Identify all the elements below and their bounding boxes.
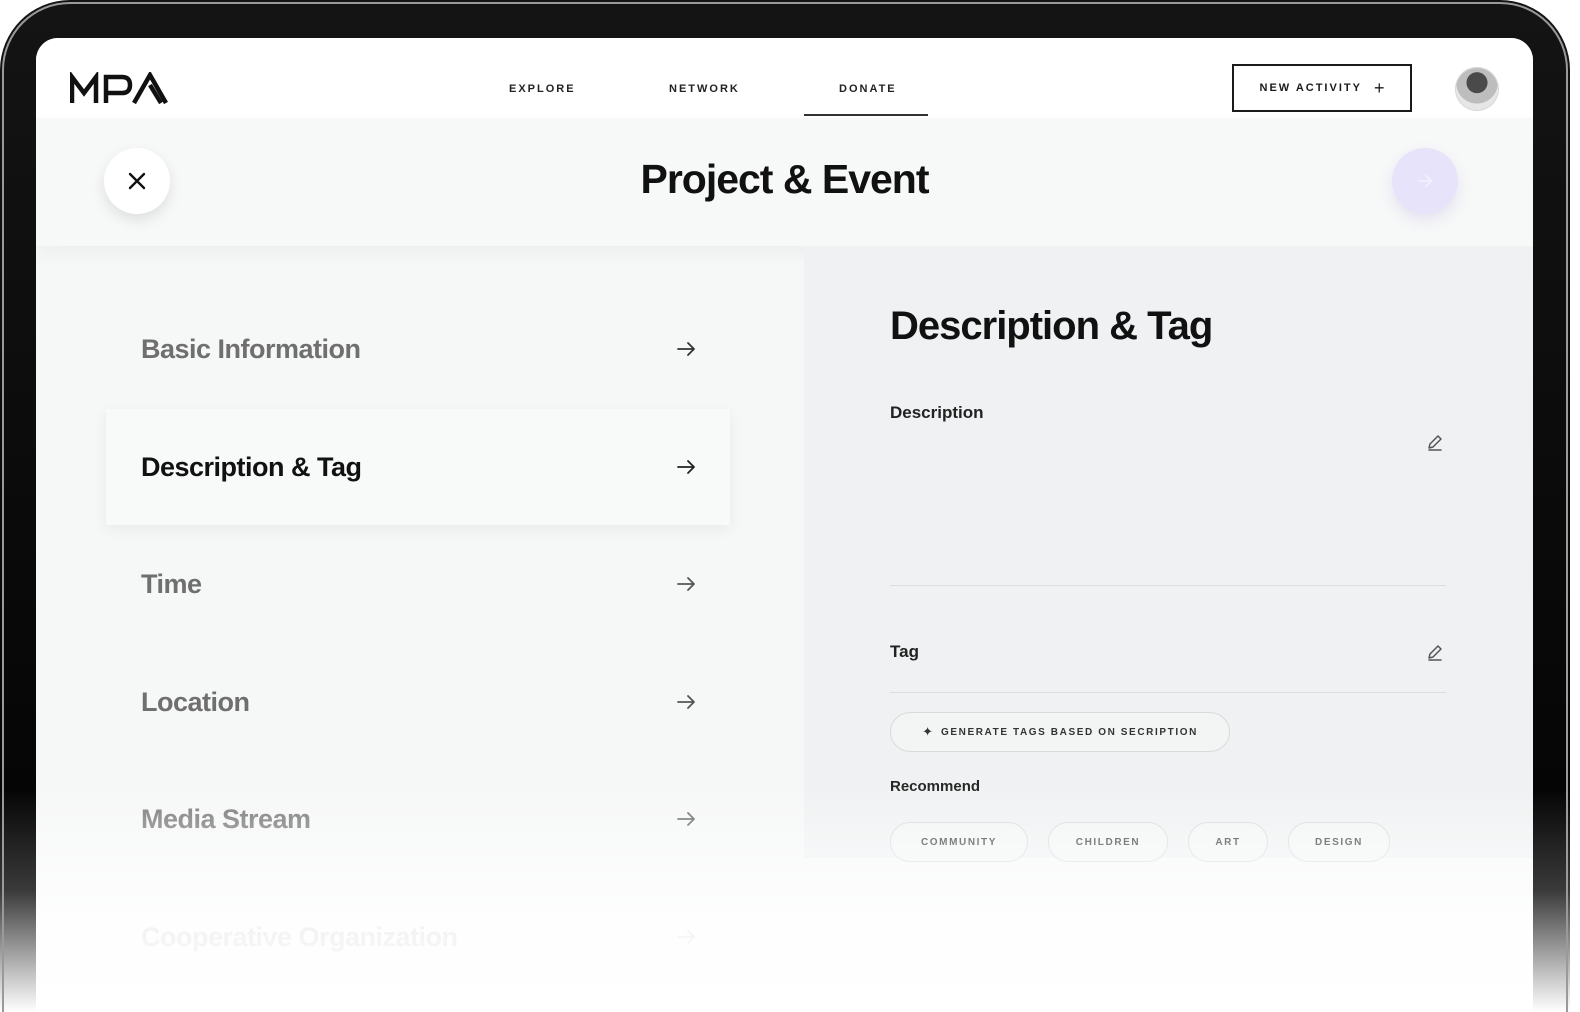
description-textarea[interactable] (890, 436, 1420, 576)
generate-tags-button[interactable]: ✦ GENERATE TAGS BASED ON SECRIPTION (890, 712, 1230, 752)
generate-tags-label: GENERATE TAGS BASED ON SECRIPTION (941, 726, 1198, 738)
sidebar-item-description-tag[interactable]: Description & Tag (106, 409, 730, 525)
sidebar-item-label: Media Stream (141, 803, 311, 834)
tag-chip-design[interactable]: DESIGN (1288, 822, 1390, 862)
tag-chip-art[interactable]: ART (1188, 822, 1268, 862)
top-nav: EXPLORE NETWORK DONATE NEW ACTIVITY + (36, 38, 1533, 118)
plus-icon: + (1373, 78, 1385, 98)
recommend-label: Recommend (890, 778, 981, 795)
nav-network[interactable]: NETWORK (669, 83, 740, 95)
tag-label: Tag (890, 642, 919, 661)
description-label: Description (890, 403, 984, 422)
nav-active-underline (804, 114, 928, 116)
new-activity-button[interactable]: NEW ACTIVITY + (1232, 64, 1412, 112)
sidebar-item-media-stream[interactable]: Media Stream (106, 761, 730, 877)
nav-explore[interactable]: EXPLORE (509, 83, 576, 95)
sidebar-item-location[interactable]: Location (106, 644, 730, 760)
tag-chip-children[interactable]: CHILDREN (1048, 822, 1168, 862)
arrow-right-icon (677, 577, 695, 591)
tag-divider (890, 692, 1446, 693)
arrow-right-icon (677, 695, 695, 709)
next-step-button[interactable] (1392, 148, 1458, 214)
sidebar-item-label: Basic Information (141, 333, 361, 364)
new-activity-label: NEW ACTIVITY (1259, 82, 1362, 94)
sidebar-item-label: Description & Tag (141, 451, 362, 482)
close-button[interactable] (104, 148, 170, 214)
edit-pencil-icon[interactable] (1425, 642, 1445, 662)
sidebar-item-cooperative-organization[interactable]: Cooperative Organization (106, 879, 730, 995)
arrow-right-icon (677, 930, 695, 944)
arrow-right-icon (677, 342, 695, 356)
page-title: Project & Event (640, 156, 929, 202)
close-icon (128, 172, 146, 190)
sidebar-item-time[interactable]: Time (106, 526, 730, 642)
tag-chip-community[interactable]: COMMUNITY (890, 822, 1028, 862)
arrow-right-icon (1417, 174, 1433, 188)
app-screen: EXPLORE NETWORK DONATE NEW ACTIVITY + Pr… (36, 38, 1533, 1012)
arrow-right-icon (677, 812, 695, 826)
sidebar-item-label: Cooperative Organization (141, 921, 458, 952)
user-avatar[interactable] (1456, 68, 1498, 110)
sidebar-item-label: Time (141, 568, 202, 599)
mpa-logo[interactable] (69, 70, 174, 106)
edit-pencil-icon[interactable] (1425, 432, 1445, 452)
nav-donate[interactable]: DONATE (839, 83, 897, 95)
description-tag-panel: Description & Tag Description Tag ✦ GENE… (804, 246, 1533, 862)
arrow-right-icon (677, 460, 695, 474)
sparkle-icon: ✦ (922, 724, 933, 739)
sidebar-item-basic-information[interactable]: Basic Information (106, 291, 730, 407)
panel-title: Description & Tag (890, 304, 1213, 348)
sidebar-item-label: Location (141, 686, 250, 717)
description-divider (890, 585, 1446, 586)
mpa-logo-mark (69, 70, 168, 105)
